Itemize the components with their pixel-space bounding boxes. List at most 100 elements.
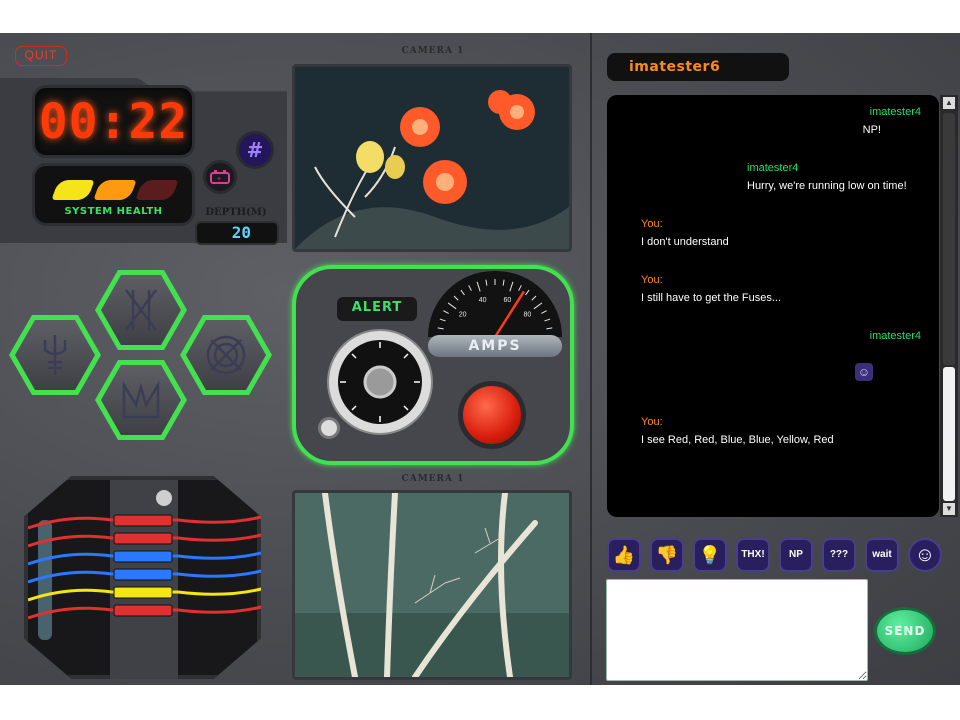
gauge-tick xyxy=(476,281,481,292)
small-round-button[interactable] xyxy=(318,417,340,439)
rune-x-icon xyxy=(125,289,157,331)
chat-message: imatester4 Hurry, we're running low on t… xyxy=(747,159,907,195)
dial-knob-icon xyxy=(327,329,433,435)
seafloor-coral-image xyxy=(295,493,569,677)
chat-text: I don't understand xyxy=(641,236,729,248)
chat-message: imatester4 ☺ xyxy=(855,327,921,382)
chat-scrollbar[interactable]: ▲ ▼ xyxy=(940,95,958,517)
quick-question-button[interactable]: ??? xyxy=(822,538,856,572)
health-bar-2 xyxy=(93,180,137,200)
scroll-track[interactable] xyxy=(943,113,955,365)
gauge-tick xyxy=(502,279,505,286)
chat-sender: imatester4 xyxy=(747,162,799,174)
gauge-tick xyxy=(460,289,465,296)
gauge-tick xyxy=(525,289,530,296)
chat-message: You: I see Red, Red, Blue, Blue, Yellow,… xyxy=(641,413,834,449)
gauge-tick xyxy=(468,285,472,291)
camera-bottom-label: CAMERA 1 xyxy=(401,474,465,484)
quick-thumbs-up-button[interactable]: 👍 xyxy=(607,538,641,572)
gauge-tick xyxy=(533,302,543,310)
gauge-tick-label: 60 xyxy=(503,297,511,304)
scroll-down-icon[interactable]: ▼ xyxy=(943,503,955,515)
scroll-up-icon[interactable]: ▲ xyxy=(943,97,955,109)
gauge-tick xyxy=(518,285,522,291)
fuse[interactable] xyxy=(113,532,173,545)
system-health-label: SYSTEM HEALTH xyxy=(64,206,163,217)
smiley-icon: ☺ xyxy=(855,363,873,381)
quick-smiley-button[interactable]: ☺ xyxy=(908,538,942,572)
depth-readout: 20 xyxy=(195,221,279,245)
chat-log: imatester4 NP! imatester4 Hurry, we're r… xyxy=(607,95,939,517)
fuse[interactable] xyxy=(113,550,173,563)
combination-dial[interactable] xyxy=(327,329,433,435)
symbol-button-4[interactable] xyxy=(95,360,187,440)
chat-text: NP! xyxy=(862,124,881,136)
chat-input[interactable] xyxy=(606,579,868,681)
gauge-tick xyxy=(509,281,514,292)
fuse[interactable] xyxy=(113,568,173,581)
gauge-tick xyxy=(541,310,547,314)
game-screen: QUIT 00:22 SYSTEM HEALTH + # DEPTH(M) 20… xyxy=(0,33,960,685)
chat-message: You: I still have to get the Fuses... xyxy=(641,271,781,307)
fuse-box xyxy=(24,476,261,679)
thumbs-up-icon: 👍 xyxy=(612,545,636,565)
send-button[interactable]: SEND xyxy=(874,607,936,655)
symbol-button-1[interactable] xyxy=(95,270,187,350)
countdown-timer: 00:22 xyxy=(32,85,195,158)
lightbulb-icon: 💡 xyxy=(698,545,722,565)
rune-circle-x-icon xyxy=(206,335,246,375)
fuse[interactable] xyxy=(113,586,173,599)
rune-crown-icon xyxy=(122,380,160,419)
health-bar-1 xyxy=(51,180,95,200)
amps-label: AMPS xyxy=(428,335,562,357)
gauge-tick xyxy=(437,327,444,330)
fuse[interactable] xyxy=(113,604,173,617)
gauge-tick xyxy=(485,279,488,286)
gauge-tick xyxy=(439,318,446,322)
health-bar-3 xyxy=(135,180,179,200)
camera-feed-top xyxy=(292,64,572,252)
quit-button[interactable]: QUIT xyxy=(15,46,67,66)
chat-message: You: I don't understand xyxy=(641,215,729,251)
scroll-thumb[interactable] xyxy=(943,367,955,501)
camera-feed-bottom xyxy=(292,490,572,680)
quick-idea-button[interactable]: 💡 xyxy=(693,538,727,572)
wire-diagram xyxy=(28,514,261,620)
quick-np-button[interactable]: NP xyxy=(779,538,813,572)
hash-button[interactable]: # xyxy=(236,131,274,169)
gauge-tick-label: 80 xyxy=(523,311,531,318)
divider xyxy=(590,33,592,685)
quick-wait-button[interactable]: wait xyxy=(865,538,899,572)
gauge-tick xyxy=(544,318,551,322)
gauge-tick xyxy=(546,327,553,330)
chat-sender: You: xyxy=(641,416,663,428)
svg-text:+: + xyxy=(217,176,221,183)
chat-message: imatester4 NP! xyxy=(863,103,921,139)
chat-sender: imatester4 xyxy=(869,106,921,118)
chat-sender: You: xyxy=(641,274,663,286)
camera-top-label: CAMERA 1 xyxy=(401,46,465,56)
chat-sender: You: xyxy=(641,218,663,230)
depth-label: DEPTH(M) xyxy=(205,207,267,218)
quick-thumbs-down-button[interactable]: 👎 xyxy=(650,538,684,572)
gauge-tick xyxy=(443,310,449,314)
gauge-tick-label: 20 xyxy=(459,311,467,318)
battery-button[interactable]: + xyxy=(203,160,237,194)
symbol-button-2[interactable] xyxy=(9,315,101,395)
gauge-tick xyxy=(531,295,537,301)
chat-text: Hurry, we're running low on time! xyxy=(747,180,907,192)
chat-text: I see Red, Red, Blue, Blue, Yellow, Red xyxy=(641,434,834,446)
gauge-tick-label: 40 xyxy=(479,297,487,304)
gauge-tick xyxy=(453,295,459,301)
fuse[interactable] xyxy=(113,514,173,527)
quick-thx-button[interactable]: THX! xyxy=(736,538,770,572)
battery-icon: + xyxy=(210,170,230,184)
hash-icon: # xyxy=(246,138,264,162)
red-push-button[interactable] xyxy=(458,381,526,449)
gauge-tick xyxy=(447,302,457,310)
system-health-meter: SYSTEM HEALTH xyxy=(32,163,195,226)
symbol-button-3[interactable] xyxy=(180,315,272,395)
chat-text: I still have to get the Fuses... xyxy=(641,292,782,304)
smiley-icon: ☺ xyxy=(914,544,936,566)
rune-trident-icon xyxy=(43,335,67,375)
